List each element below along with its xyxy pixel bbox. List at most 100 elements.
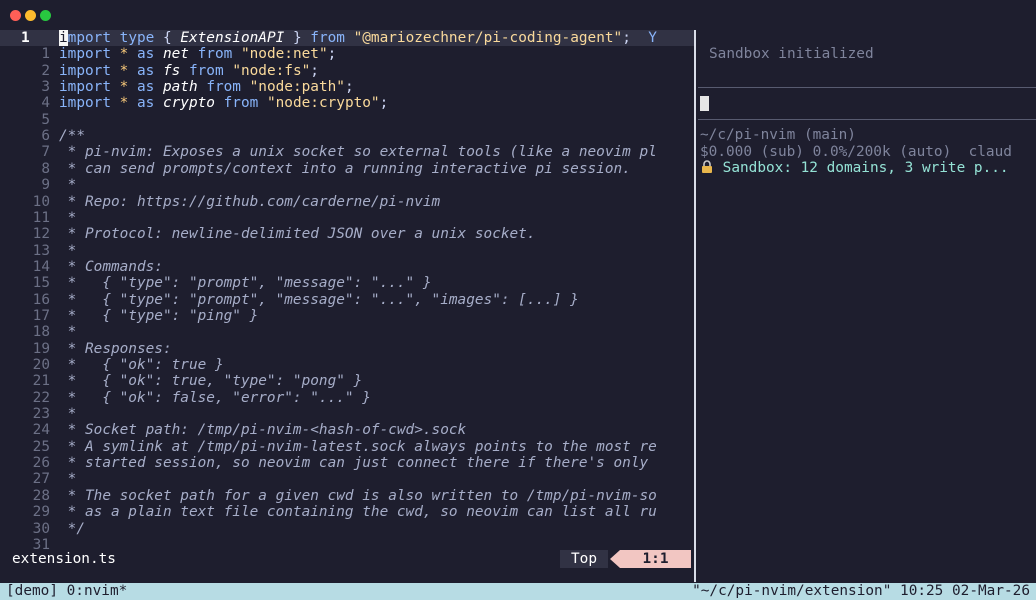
code-text: * { "ok": true }	[59, 357, 224, 373]
code-line[interactable]: 9 *	[0, 177, 694, 193]
code-line[interactable]: 29 * as a plain text file containing the…	[0, 504, 694, 520]
code-line[interactable]: 11 *	[0, 210, 694, 226]
line-number: 18	[32, 324, 50, 341]
cwd-line: ~/c/pi-nvim (main)	[700, 127, 856, 143]
code-text: * as a plain text file containing the cw…	[59, 504, 657, 521]
code-line[interactable]: 28 * The socket path for a given cwd is …	[0, 488, 694, 504]
line-number: 25	[32, 438, 50, 455]
input-top-divider	[698, 87, 1036, 88]
line-number: 13	[32, 242, 50, 259]
line-number: 6	[41, 128, 50, 145]
scroll-position-label: Top	[560, 550, 608, 568]
lock-icon	[702, 160, 712, 173]
code-line[interactable]: 23 *	[0, 406, 694, 422]
code-line[interactable]: 19 * Responses:	[0, 341, 694, 357]
code-line[interactable]: 15 * { "type": "prompt", "message": "...…	[0, 275, 694, 291]
line-number: 4	[41, 95, 50, 112]
line-number: 10	[32, 193, 50, 210]
line-number: 15	[32, 275, 50, 292]
code-text: * { "type": "ping" }	[59, 307, 259, 324]
code-text: *	[59, 177, 77, 194]
close-window-button[interactable]	[10, 10, 21, 21]
code-line[interactable]: 13 *	[0, 243, 694, 259]
code-text: * Protocol: newline-delimited JSON over …	[59, 226, 536, 243]
tmux-status-right: "~/c/pi-nvim/extension" 10:25 02-Mar-26	[692, 583, 1030, 599]
line-number: 16	[32, 291, 50, 308]
code-text: * { "type": "prompt", "message": "..." }	[59, 275, 432, 292]
line-number: 17	[32, 307, 50, 324]
code-text: * A symlink at /tmp/pi-nvim-latest.sock …	[59, 438, 657, 455]
input-bottom-divider	[698, 119, 1036, 120]
sandbox-info-line: Sandbox: 12 domains, 3 write p...	[700, 160, 1009, 177]
code-line[interactable]: 2 import * as fs from "node:fs";	[0, 63, 694, 79]
code-text: /**	[59, 128, 85, 145]
line-number: 12	[32, 226, 50, 243]
code-text: import type { ExtensionAPI } from "@mari…	[59, 30, 657, 46]
line-number: 3	[41, 79, 50, 96]
agent-pane[interactable]: Sandbox initialized ~/c/pi-nvim (main) $…	[698, 30, 1036, 582]
line-number: 28	[32, 487, 50, 504]
code-text: *	[59, 406, 77, 423]
line-number: 1	[21, 30, 30, 46]
code-text: * pi-nvim: Exposes a unix socket so exte…	[59, 144, 657, 161]
code-text: import * as crypto from "node:crypto";	[59, 95, 389, 112]
code-line[interactable]: 16 * { "type": "prompt", "message": "...…	[0, 292, 694, 308]
code-text: * { "ok": false, "error": "..." }	[59, 389, 371, 406]
code-line[interactable]: 3 import * as path from "node:path";	[0, 79, 694, 95]
code-text: * can send prompts/context into a runnin…	[59, 160, 631, 177]
line-number: 2	[41, 62, 50, 79]
code-editor[interactable]: 1 import type { ExtensionAPI } from "@mar…	[0, 30, 694, 552]
line-number: 1	[41, 46, 50, 63]
line-number: 23	[32, 406, 50, 423]
cursor-position-badge: 1:1	[620, 550, 691, 568]
code-text: *	[59, 471, 77, 488]
line-number: 21	[32, 373, 50, 390]
code-line[interactable]: 6 /**	[0, 128, 694, 144]
code-line[interactable]: 10 * Repo: https://github.com/carderne/p…	[0, 194, 694, 210]
code-text: *	[59, 324, 77, 341]
code-line[interactable]: 26 * started session, so neovim can just…	[0, 455, 694, 471]
minimize-window-button[interactable]	[25, 10, 36, 21]
code-text: *	[59, 209, 77, 226]
line-number: 20	[32, 357, 50, 373]
sandbox-info-text: Sandbox: 12 domains, 3 write p...	[722, 160, 1009, 176]
code-line[interactable]: 25 * A symlink at /tmp/pi-nvim-latest.so…	[0, 439, 694, 455]
sandbox-status-message: Sandbox initialized	[709, 46, 874, 62]
code-line[interactable]: 18 *	[0, 324, 694, 340]
code-line[interactable]: 20 * { "ok": true }	[0, 357, 694, 373]
code-line[interactable]: 5	[0, 112, 694, 128]
code-text: * Socket path: /tmp/pi-nvim-<hash-of-cwd…	[59, 422, 467, 439]
code-line[interactable]: 4 import * as crypto from "node:crypto";	[0, 95, 694, 111]
agent-input-cursor[interactable]	[700, 96, 709, 111]
code-line[interactable]: 14 * Commands:	[0, 259, 694, 275]
line-number: 8	[41, 160, 50, 177]
zoom-window-button[interactable]	[40, 10, 51, 21]
line-number: 22	[32, 389, 50, 406]
code-line[interactable]: 27 *	[0, 471, 694, 487]
code-line[interactable]: 8 * can send prompts/context into a runn…	[0, 161, 694, 177]
pane-divider[interactable]	[694, 30, 696, 582]
tmux-session-window[interactable]: [demo] 0:nvim*	[6, 583, 127, 600]
code-line[interactable]: 30 */	[0, 521, 694, 537]
code-line[interactable]: 21 * { "ok": true, "type": "pong" }	[0, 373, 694, 389]
code-line[interactable]: 24 * Socket path: /tmp/pi-nvim-<hash-of-…	[0, 422, 694, 438]
current-code-line[interactable]: 1 import type { ExtensionAPI } from "@mar…	[0, 30, 694, 47]
editor-statusline: extension.ts Top 1:1	[0, 550, 694, 568]
line-number: 11	[32, 209, 50, 226]
line-number: 27	[32, 471, 50, 488]
usage-line: $0.000 (sub) 0.0%/200k (auto) claud	[700, 144, 1012, 160]
code-text: *	[59, 242, 77, 259]
code-line[interactable]: 7 * pi-nvim: Exposes a unix socket so ex…	[0, 144, 694, 160]
line-number: 14	[32, 258, 50, 275]
tmux-status-bar: [demo] 0:nvim* "~/c/pi-nvim/extension" 1…	[0, 583, 1036, 600]
code-line[interactable]: 1 import * as net from "node:net";	[0, 46, 694, 62]
code-line[interactable]: 12 * Protocol: newline-delimited JSON ov…	[0, 226, 694, 242]
code-text: * { "ok": true, "type": "pong" }	[59, 373, 363, 390]
code-text: * { "type": "prompt", "message": "...", …	[59, 291, 579, 308]
line-number: 29	[32, 504, 50, 521]
code-text: */	[59, 520, 85, 537]
line-number: 24	[32, 422, 50, 439]
code-text: * Repo: https://github.com/carderne/pi-n…	[59, 193, 441, 210]
code-line[interactable]: 17 * { "type": "ping" }	[0, 308, 694, 324]
code-line[interactable]: 22 * { "ok": false, "error": "..." }	[0, 390, 694, 406]
